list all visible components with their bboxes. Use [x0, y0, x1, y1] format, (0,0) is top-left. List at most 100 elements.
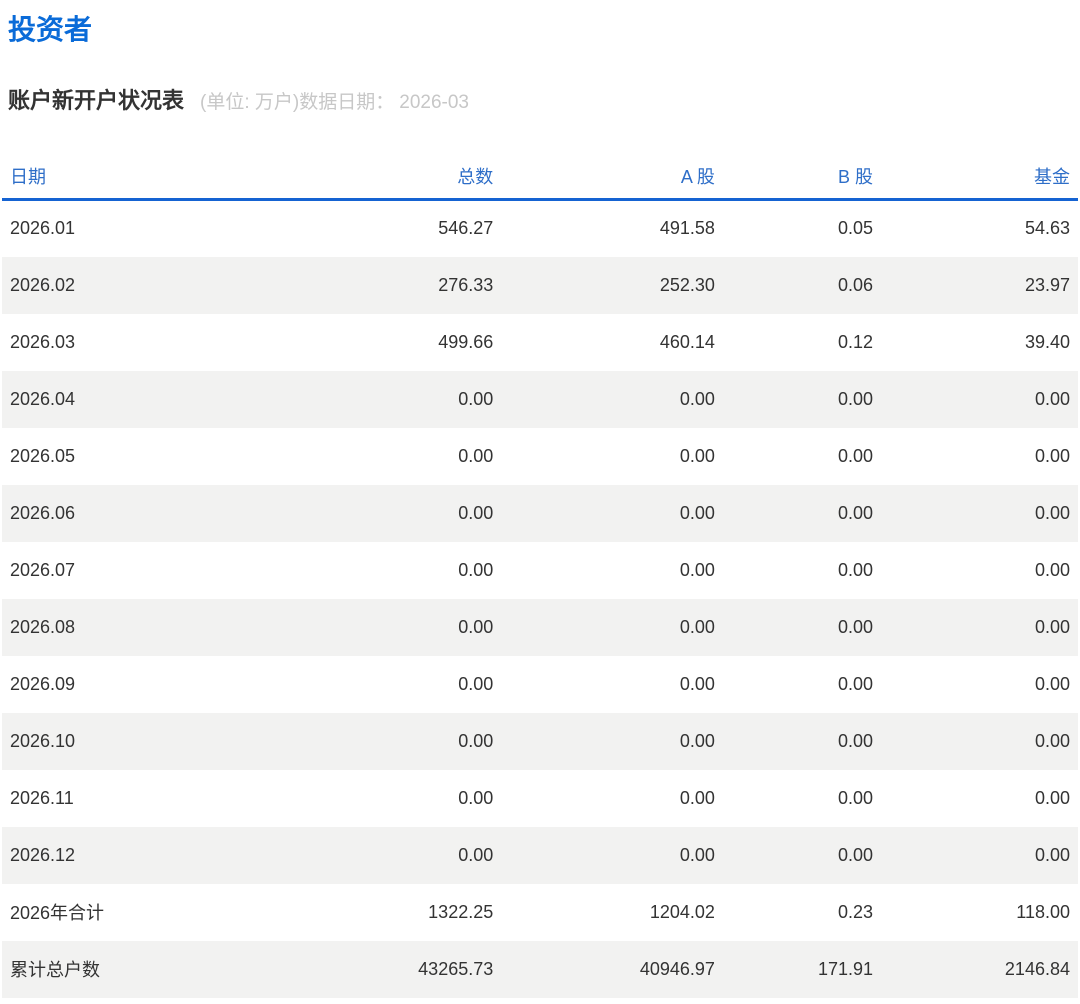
- cell-a-share: 460.14: [501, 314, 723, 371]
- column-header-date: 日期: [2, 139, 282, 200]
- table-row: 2026.080.000.000.000.00: [2, 599, 1078, 656]
- cell-b-share: 0.00: [723, 542, 881, 599]
- cell-total: 0.00: [282, 428, 502, 485]
- cell-fund: 0.00: [881, 485, 1078, 542]
- cell-fund: 0.00: [881, 599, 1078, 656]
- cell-total: 0.00: [282, 485, 502, 542]
- cell-total: 0.00: [282, 656, 502, 713]
- cell-fund: 0.00: [881, 428, 1078, 485]
- column-header-b-share: B 股: [723, 139, 881, 200]
- cell-a-share: 0.00: [501, 713, 723, 770]
- table-row: 2026.110.000.000.000.00: [2, 770, 1078, 827]
- table-body: 2026.01546.27491.580.0554.632026.02276.3…: [2, 200, 1078, 998]
- data-date-value: 2026-03: [399, 92, 469, 113]
- cell-total: 1322.25: [282, 884, 502, 941]
- cell-a-share: 0.00: [501, 770, 723, 827]
- cell-fund: 39.40: [881, 314, 1078, 371]
- row-label: 2026.08: [2, 599, 282, 656]
- cell-fund: 0.00: [881, 656, 1078, 713]
- cell-fund: 0.00: [881, 770, 1078, 827]
- row-label: 2026.05: [2, 428, 282, 485]
- cell-total: 0.00: [282, 371, 502, 428]
- table-row: 累计总户数43265.7340946.97171.912146.84: [2, 941, 1078, 998]
- cell-b-share: 0.00: [723, 656, 881, 713]
- cell-total: 0.00: [282, 542, 502, 599]
- cell-fund: 2146.84: [881, 941, 1078, 998]
- row-label: 2026.11: [2, 770, 282, 827]
- cell-b-share: 0.00: [723, 428, 881, 485]
- table-head: 日期总数A 股B 股基金: [2, 139, 1078, 200]
- unit-label: (单位: 万户): [200, 92, 299, 113]
- table-row: 2026.060.000.000.000.00: [2, 485, 1078, 542]
- table-row: 2026.03499.66460.140.1239.40: [2, 314, 1078, 371]
- page: 投资者 账户新开户状况表 (单位: 万户)数据日期：2026-03 日期总数A 股…: [0, 0, 1080, 998]
- table-row: 2026.01546.27491.580.0554.63: [2, 200, 1078, 257]
- cell-a-share: 491.58: [501, 200, 723, 257]
- table-row: 2026.090.000.000.000.00: [2, 656, 1078, 713]
- cell-total: 276.33: [282, 257, 502, 314]
- cell-fund: 118.00: [881, 884, 1078, 941]
- row-label: 2026.02: [2, 257, 282, 314]
- cell-fund: 0.00: [881, 542, 1078, 599]
- cell-b-share: 0.00: [723, 827, 881, 884]
- cell-fund: 0.00: [881, 827, 1078, 884]
- cell-total: 0.00: [282, 599, 502, 656]
- cell-fund: 0.00: [881, 713, 1078, 770]
- cell-b-share: 0.00: [723, 599, 881, 656]
- row-label: 2026.09: [2, 656, 282, 713]
- table-header-row: 日期总数A 股B 股基金: [2, 139, 1078, 200]
- cell-total: 0.00: [282, 713, 502, 770]
- cell-b-share: 0.00: [723, 713, 881, 770]
- cell-b-share: 0.06: [723, 257, 881, 314]
- cell-b-share: 0.05: [723, 200, 881, 257]
- cell-a-share: 0.00: [501, 827, 723, 884]
- cell-b-share: 171.91: [723, 941, 881, 998]
- table-row: 2026.02276.33252.300.0623.97: [2, 257, 1078, 314]
- cell-total: 546.27: [282, 200, 502, 257]
- cell-a-share: 252.30: [501, 257, 723, 314]
- cell-a-share: 0.00: [501, 599, 723, 656]
- row-label: 累计总户数: [2, 941, 282, 998]
- table-caption: 账户新开户状况表 (单位: 万户)数据日期：2026-03: [2, 46, 1078, 115]
- table-row: 2026.070.000.000.000.00: [2, 542, 1078, 599]
- cell-total: 0.00: [282, 770, 502, 827]
- row-label: 2026年合计: [2, 884, 282, 941]
- table-row: 2026.120.000.000.000.00: [2, 827, 1078, 884]
- row-label: 2026.10: [2, 713, 282, 770]
- table-row: 2026.050.000.000.000.00: [2, 428, 1078, 485]
- column-header-total: 总数: [282, 139, 502, 200]
- cell-b-share: 0.23: [723, 884, 881, 941]
- row-label: 2026.12: [2, 827, 282, 884]
- row-label: 2026.01: [2, 200, 282, 257]
- row-label: 2026.04: [2, 371, 282, 428]
- cell-fund: 54.63: [881, 200, 1078, 257]
- cell-a-share: 0.00: [501, 542, 723, 599]
- cell-total: 499.66: [282, 314, 502, 371]
- cell-fund: 0.00: [881, 371, 1078, 428]
- cell-a-share: 0.00: [501, 371, 723, 428]
- row-label: 2026.03: [2, 314, 282, 371]
- cell-a-share: 1204.02: [501, 884, 723, 941]
- column-header-fund: 基金: [881, 139, 1078, 200]
- table-row: 2026.040.000.000.000.00: [2, 371, 1078, 428]
- table-row: 2026.100.000.000.000.00: [2, 713, 1078, 770]
- column-header-a-share: A 股: [501, 139, 723, 200]
- cell-total: 43265.73: [282, 941, 502, 998]
- page-title: 投资者: [2, 0, 1078, 46]
- row-label: 2026.07: [2, 542, 282, 599]
- cell-a-share: 0.00: [501, 428, 723, 485]
- row-label: 2026.06: [2, 485, 282, 542]
- table-row: 2026年合计1322.251204.020.23118.00: [2, 884, 1078, 941]
- cell-b-share: 0.12: [723, 314, 881, 371]
- cell-a-share: 0.00: [501, 485, 723, 542]
- cell-fund: 23.97: [881, 257, 1078, 314]
- cell-a-share: 40946.97: [501, 941, 723, 998]
- cell-b-share: 0.00: [723, 770, 881, 827]
- new-account-table: 日期总数A 股B 股基金 2026.01546.27491.580.0554.6…: [2, 139, 1078, 998]
- cell-a-share: 0.00: [501, 656, 723, 713]
- cell-total: 0.00: [282, 827, 502, 884]
- cell-b-share: 0.00: [723, 371, 881, 428]
- cell-b-share: 0.00: [723, 485, 881, 542]
- table-title: 账户新开户状况表: [8, 88, 184, 113]
- data-date-label: 数据日期：: [299, 92, 394, 113]
